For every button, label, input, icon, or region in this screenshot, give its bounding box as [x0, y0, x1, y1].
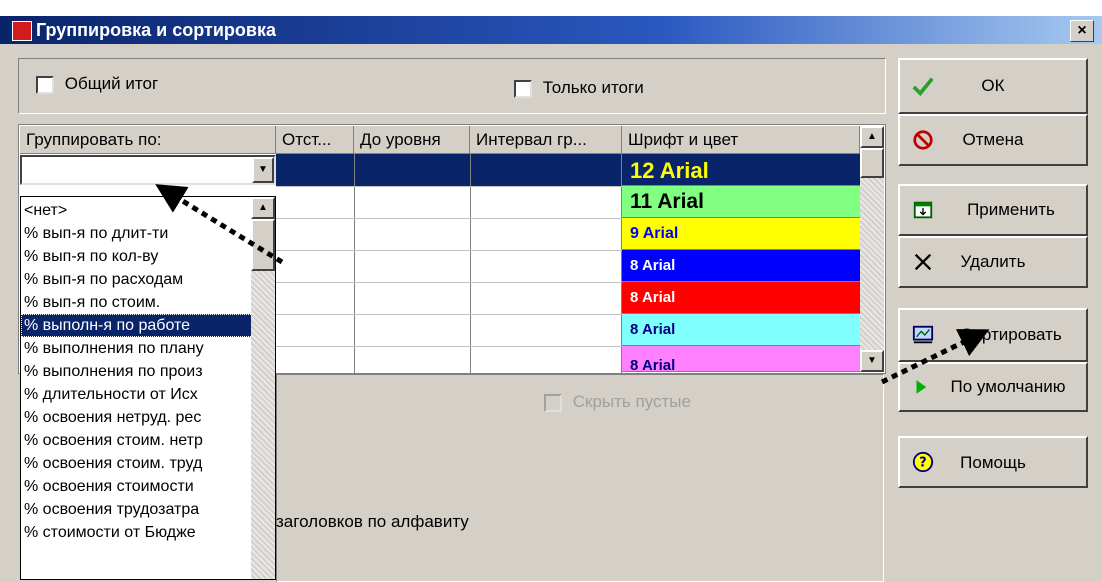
arrow-to-combo: [155, 184, 284, 265]
arrow-to-sort-button: [880, 329, 990, 385]
annotation-arrows: [155, 184, 990, 385]
